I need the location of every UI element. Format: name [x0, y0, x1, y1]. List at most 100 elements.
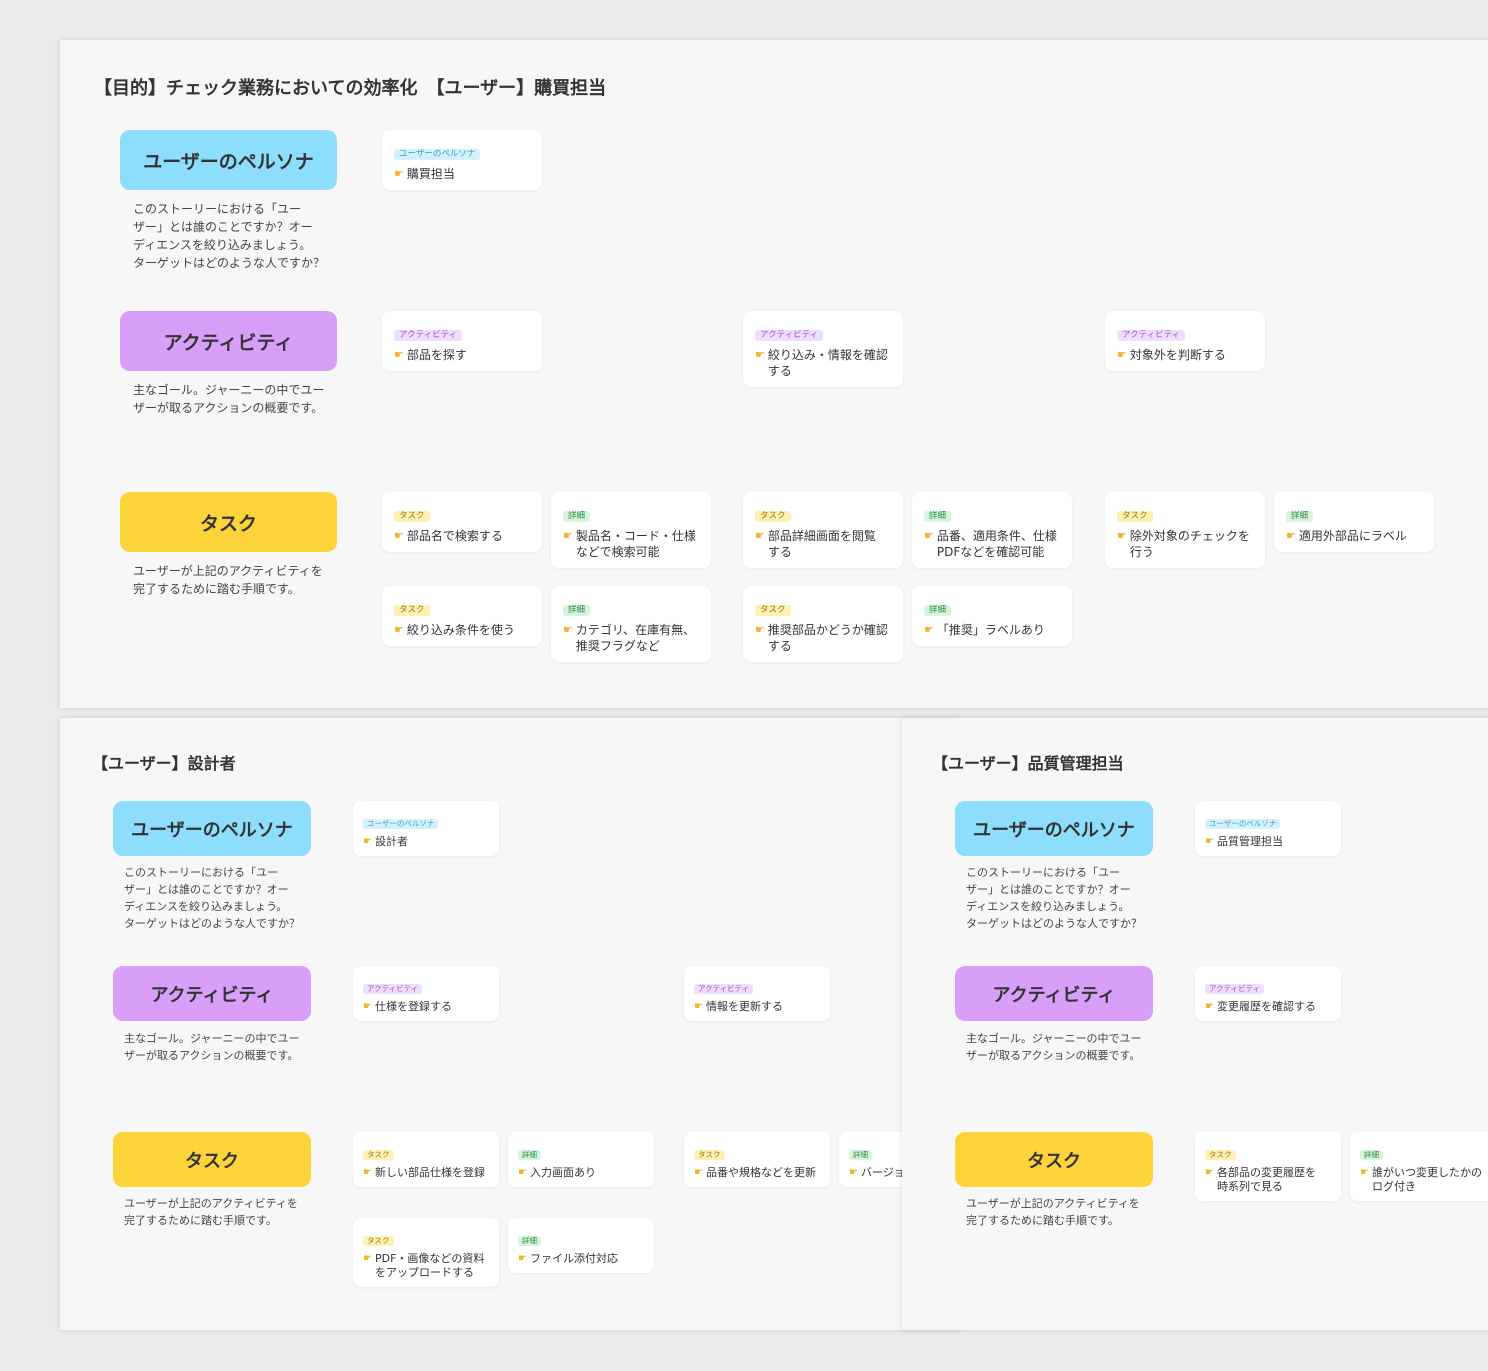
activity-header[interactable]: アクティビティ	[120, 311, 337, 371]
activity-sticky[interactable]: アクティビティ ☛ 情報を更新する	[684, 966, 830, 1021]
pointing-hand-icon: ☛	[1117, 529, 1127, 543]
persona-header[interactable]: ユーザーのペルソナ	[120, 130, 337, 190]
persona-description: このストーリーにおける「ユー ザー」とは誰のことですか？オー ディエンスを絞り込みま…	[966, 866, 1142, 930]
activity-tag: アクティビティ	[1117, 330, 1186, 342]
detail-tag: 詳細	[924, 605, 952, 617]
pointing-hand-icon: ☛	[518, 1253, 527, 1264]
board-title: 【ユーザー】品質管理担当	[932, 754, 1124, 773]
task-sticky[interactable]: タスク ☛ PDF・画像などの資料 をアップロードする	[353, 1218, 499, 1287]
task-tag: タスク	[394, 605, 430, 617]
activity-description: 主なゴール。ジャーニーの中でユー ザーが取るアクションの概要です。	[133, 383, 325, 415]
pointing-hand-icon: ☛	[394, 167, 404, 181]
board-quality: 【ユーザー】品質管理担当 ユーザーのペルソナ このストーリーにおける「ユー ザー」…	[902, 718, 1488, 1330]
pointing-hand-icon: ☛	[394, 529, 404, 543]
task-sticky[interactable]: タスク ☛ 新しい部品仕様を登録	[353, 1132, 499, 1187]
detail-sticky[interactable]: 詳細 ☛ 品番、適用条件、仕様 PDFなどを確認可能	[912, 492, 1072, 568]
task-description: ユーザーが上記のアクティビティを 完了するために踏む手順です。	[133, 564, 323, 596]
pointing-hand-icon: ☛	[363, 1001, 372, 1012]
pointing-hand-icon: ☛	[755, 348, 765, 362]
pointing-hand-icon: ☛	[1117, 348, 1127, 362]
task-description: ユーザーが上記のアクティビティを 完了するために踏む手順です。	[124, 1197, 298, 1227]
task-description: ユーザーが上記のアクティビティを 完了するために踏む手順です。	[966, 1197, 1140, 1227]
pointing-hand-icon: ☛	[563, 623, 573, 637]
activity-sticky[interactable]: アクティビティ ☛ 部品を探す	[382, 311, 542, 371]
pointing-hand-icon: ☛	[363, 836, 372, 847]
activity-header[interactable]: アクティビティ	[113, 966, 311, 1021]
activity-tag: アクティビティ	[1205, 984, 1265, 995]
persona-header[interactable]: ユーザーのペルソナ	[113, 801, 311, 856]
detail-sticky[interactable]: 詳細 ☛ 入力画面あり	[508, 1132, 654, 1187]
task-tag: タスク	[394, 511, 430, 523]
detail-sticky[interactable]: 詳細 ☛ ファイル添付対応	[508, 1218, 654, 1273]
persona-sticky[interactable]: ユーザーのペルソナ ☛ 品質管理担当	[1195, 801, 1341, 856]
task-header[interactable]: タスク	[120, 492, 337, 552]
pointing-hand-icon: ☛	[363, 1253, 372, 1264]
detail-tag: 詳細	[849, 1150, 872, 1161]
task-tag: タスク	[363, 1236, 394, 1247]
activity-tag: アクティビティ	[394, 330, 463, 342]
detail-tag: 詳細	[563, 511, 591, 523]
task-sticky[interactable]: タスク ☛ 絞り込み条件を使う	[382, 586, 542, 646]
task-sticky[interactable]: タスク ☛ 部品名で検索する	[382, 492, 542, 552]
detail-sticky[interactable]: 詳細 ☛ 製品名・コード・仕様 などで検索可能	[551, 492, 711, 568]
task-sticky[interactable]: タスク ☛ 推奨部品かどうか確認 する	[743, 586, 903, 662]
persona-description: このストーリーにおける「ユー ザー」とは誰のことですか？オー ディエンスを絞り込みま…	[133, 202, 326, 270]
activity-description: 主なゴール。ジャーニーの中でユー ザーが取るアクションの概要です。	[966, 1032, 1142, 1062]
detail-sticky[interactable]: 詳細 ☛ 適用外部品にラベル	[1274, 492, 1434, 552]
pointing-hand-icon: ☛	[694, 1167, 703, 1178]
task-sticky[interactable]: タスク ☛ 除外対象のチェックを 行う	[1105, 492, 1265, 568]
activity-description: 主なゴール。ジャーニーの中でユー ザーが取るアクションの概要です。	[124, 1032, 300, 1062]
persona-tag: ユーザーのペルソナ	[1205, 819, 1281, 830]
persona-tag: ユーザーのペルソナ	[363, 819, 439, 830]
activity-tag: アクティビティ	[755, 330, 824, 342]
detail-tag: 詳細	[1286, 511, 1314, 523]
activity-sticky[interactable]: アクティビティ ☛ 絞り込み・情報を確認 する	[743, 311, 903, 387]
persona-sticky[interactable]: ユーザーのペルソナ ☛ 購買担当	[382, 130, 542, 190]
pointing-hand-icon: ☛	[1205, 1001, 1214, 1012]
activity-sticky[interactable]: アクティビティ ☛ 変更履歴を確認する	[1195, 966, 1341, 1021]
pointing-hand-icon: ☛	[518, 1167, 527, 1178]
task-tag: タスク	[694, 1150, 725, 1161]
task-header[interactable]: タスク	[113, 1132, 311, 1187]
board-title: 【目的】チェック業務においての効率化 【ユーザー】購買担当	[94, 78, 607, 99]
pointing-hand-icon: ☛	[755, 529, 765, 543]
detail-sticky[interactable]: 詳細 ☛ カテゴリ、在庫有無、 推奨フラグなど	[551, 586, 711, 662]
pointing-hand-icon: ☛	[563, 529, 573, 543]
persona-sticky[interactable]: ユーザーのペルソナ ☛ 設計者	[353, 801, 499, 856]
pointing-hand-icon: ☛	[394, 348, 404, 362]
activity-sticky[interactable]: アクティビティ ☛ 仕様を登録する	[353, 966, 499, 1021]
pointing-hand-icon: ☛	[694, 1001, 703, 1012]
task-sticky[interactable]: タスク ☛ 品番や規格などを更新	[684, 1132, 830, 1187]
pointing-hand-icon: ☛	[363, 1167, 372, 1178]
pointing-hand-icon: ☛	[1360, 1167, 1369, 1178]
task-tag: タスク	[755, 511, 791, 523]
task-header[interactable]: タスク	[955, 1132, 1153, 1187]
pointing-hand-icon: ☛	[1205, 836, 1214, 847]
activity-header[interactable]: アクティビティ	[955, 966, 1153, 1021]
board-title: 【ユーザー】設計者	[92, 754, 236, 773]
pointing-hand-icon: ☛	[924, 529, 934, 543]
pointing-hand-icon: ☛	[924, 623, 934, 637]
board-purchasing: 【目的】チェック業務においての効率化 【ユーザー】購買担当 ユーザーのペルソナ …	[60, 40, 1488, 708]
task-tag: タスク	[1117, 511, 1153, 523]
task-tag: タスク	[363, 1150, 394, 1161]
pointing-hand-icon: ☛	[849, 1167, 858, 1178]
detail-tag: 詳細	[518, 1236, 541, 1247]
detail-sticky[interactable]: 詳細 ☛ 「推奨」ラベルあり	[912, 586, 1072, 646]
detail-sticky[interactable]: 詳細 ☛ 誰がいつ変更したかの ログ付き	[1350, 1132, 1488, 1201]
detail-tag: 詳細	[518, 1150, 541, 1161]
pointing-hand-icon: ☛	[394, 623, 404, 637]
persona-header[interactable]: ユーザーのペルソナ	[955, 801, 1153, 856]
pointing-hand-icon: ☛	[1205, 1167, 1214, 1178]
board-designer: 【ユーザー】設計者 ユーザーのペルソナ このストーリーにおける「ユー ザー」とは誰…	[60, 718, 960, 1330]
pointing-hand-icon: ☛	[1286, 529, 1296, 543]
task-tag: タスク	[1205, 1150, 1236, 1161]
activity-tag: アクティビティ	[694, 984, 754, 995]
detail-tag: 詳細	[1360, 1150, 1383, 1161]
detail-tag: 詳細	[563, 605, 591, 617]
persona-description: このストーリーにおける「ユー ザー」とは誰のことですか？オー ディエンスを絞り込みま…	[124, 866, 300, 930]
task-sticky[interactable]: タスク ☛ 各部品の変更履歴を 時系列で見る	[1195, 1132, 1341, 1201]
task-sticky[interactable]: タスク ☛ 部品詳細画面を閲覧 する	[743, 492, 903, 568]
activity-sticky[interactable]: アクティビティ ☛ 対象外を判断する	[1105, 311, 1265, 371]
activity-tag: アクティビティ	[363, 984, 423, 995]
